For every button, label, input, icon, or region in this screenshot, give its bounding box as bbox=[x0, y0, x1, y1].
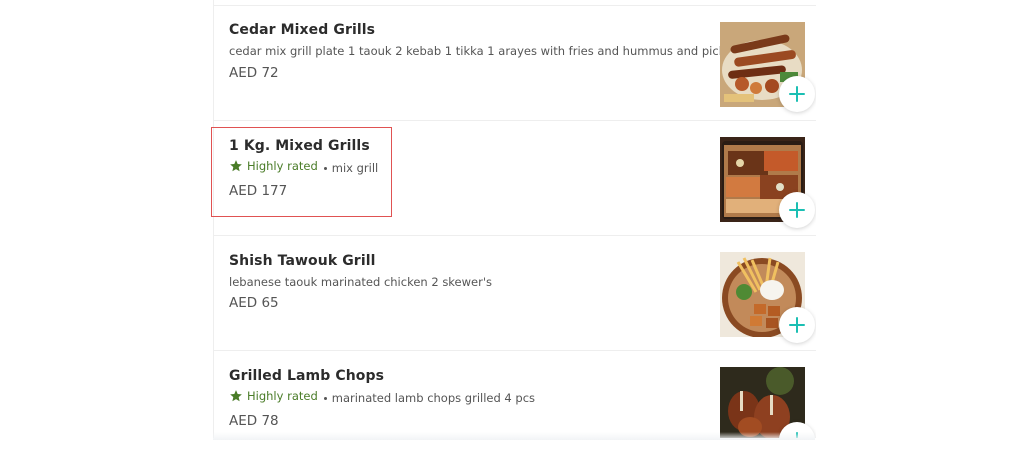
plus-icon bbox=[789, 86, 805, 102]
star-icon bbox=[230, 390, 242, 402]
add-to-cart-button[interactable] bbox=[779, 76, 815, 112]
plus-icon bbox=[789, 202, 805, 218]
rating-row: Highly rated marinated lamb chops grille… bbox=[229, 388, 536, 405]
add-to-cart-button[interactable] bbox=[779, 307, 815, 343]
separator-dot bbox=[323, 397, 327, 400]
rating-label: Highly rated bbox=[247, 389, 318, 403]
highlight-box bbox=[211, 127, 392, 217]
scroll-fade bbox=[213, 432, 815, 440]
menu-item-cedar-mixed-grills[interactable]: Cedar Mixed Grills cedar mix grill plate… bbox=[214, 6, 816, 121]
item-price: AED 65 bbox=[229, 295, 279, 311]
item-description: lebanese taouk marinated chicken 2 skewe… bbox=[229, 275, 492, 289]
item-price: AED 72 bbox=[229, 65, 279, 81]
plus-icon bbox=[789, 317, 805, 333]
item-description: cedar mix grill plate 1 taouk 2 kebab 1 … bbox=[229, 44, 742, 58]
item-name: Grilled Lamb Chops bbox=[229, 368, 385, 384]
add-to-cart-button[interactable] bbox=[779, 192, 815, 228]
menu-item-shish-tawouk-grill[interactable]: Shish Tawouk Grill lebanese taouk marina… bbox=[214, 236, 816, 351]
item-name: Shish Tawouk Grill bbox=[229, 253, 376, 269]
item-description: marinated lamb chops grilled 4 pcs bbox=[331, 390, 536, 405]
menu-item-grilled-lamb-chops[interactable]: Grilled Lamb Chops Highly rated marinate… bbox=[214, 351, 816, 438]
menu-list: Cedar Mixed Grills cedar mix grill plate… bbox=[213, 0, 816, 438]
item-price: AED 78 bbox=[229, 413, 279, 429]
item-name: Cedar Mixed Grills bbox=[229, 22, 376, 38]
